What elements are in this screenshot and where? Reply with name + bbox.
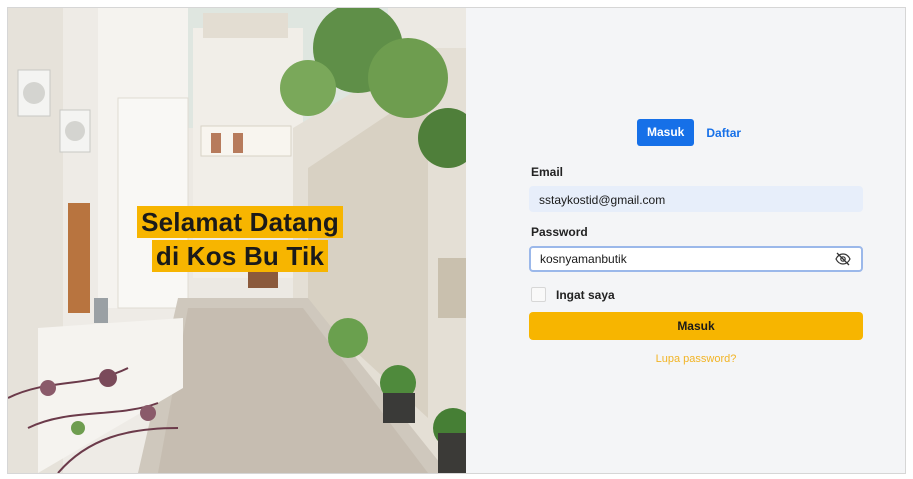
email-label: Email (531, 165, 564, 179)
hero-photo: Selamat Datang di Kos Bu Tik (8, 8, 466, 473)
email-field[interactable]: sstaykostid@gmail.com (529, 186, 863, 212)
login-button[interactable]: Masuk (529, 312, 863, 340)
forgot-password-link: Lupa password? (529, 353, 863, 365)
password-field[interactable]: kosnyamanbutik (529, 246, 863, 272)
eye-slash-icon[interactable] (835, 252, 851, 266)
remember-label: Ingat saya (556, 287, 615, 302)
welcome-line-2: di Kos Bu Tik (151, 240, 329, 272)
tab-register[interactable]: Daftar (706, 126, 741, 140)
password-label: Password (531, 225, 588, 239)
app-window: Selamat Datang di Kos Bu Tik Masuk Dafta… (7, 7, 906, 474)
auth-tabs: Masuk Daftar (637, 119, 741, 146)
remember-checkbox[interactable] (531, 287, 546, 302)
password-value: kosnyamanbutik (540, 252, 627, 266)
forgot-password-text[interactable]: Lupa password? (656, 353, 737, 365)
welcome-banner: Selamat Datang di Kos Bu Tik (120, 206, 360, 274)
remember-me: Ingat saya (531, 287, 615, 302)
welcome-line-1: Selamat Datang (137, 206, 343, 238)
tab-login[interactable]: Masuk (637, 119, 695, 146)
login-panel: Masuk Daftar Email sstaykostid@gmail.com… (466, 8, 905, 473)
